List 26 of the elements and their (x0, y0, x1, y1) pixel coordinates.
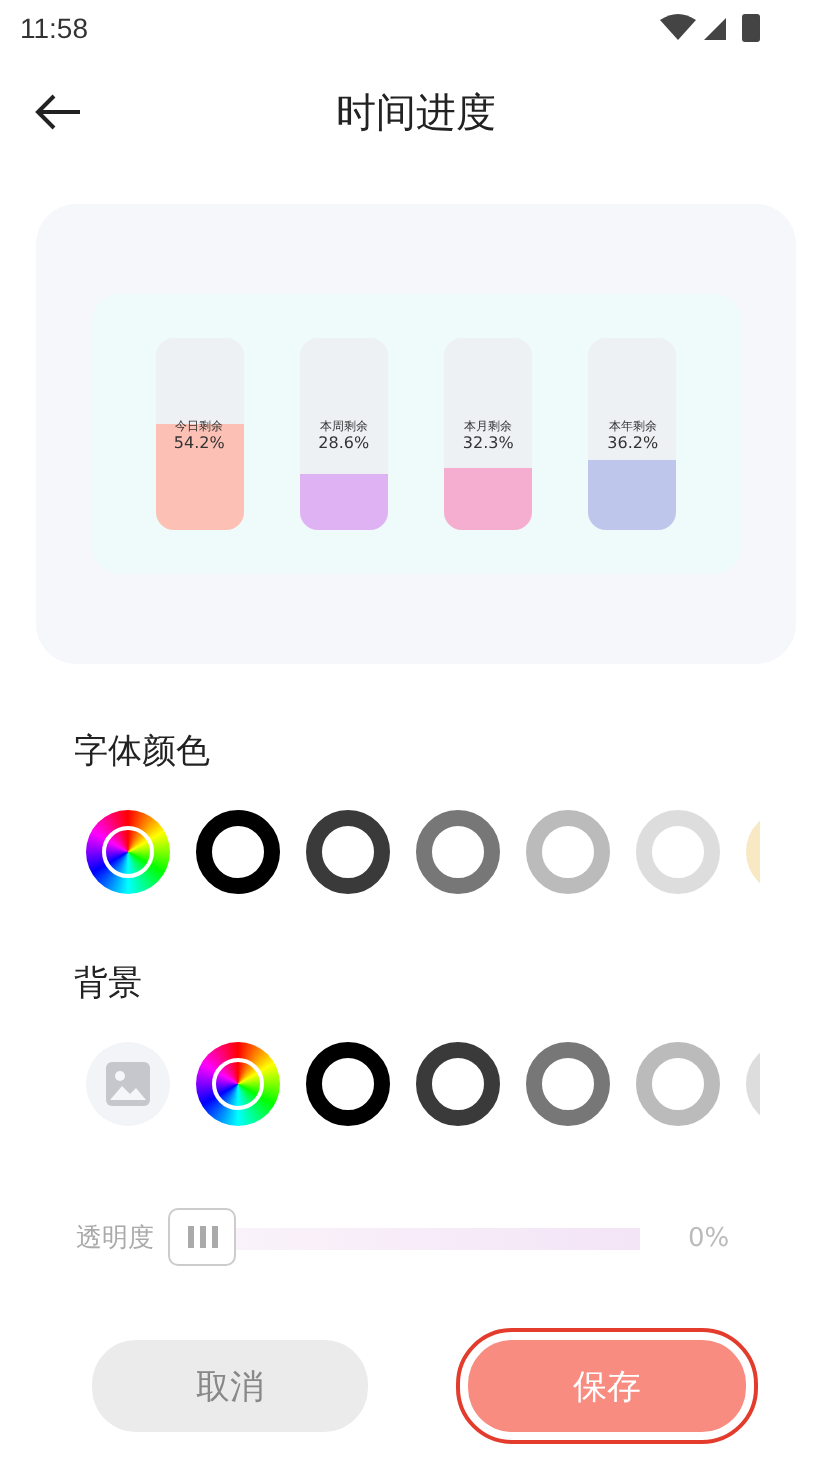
bar-value: 28.6% (318, 435, 370, 453)
image-swatch[interactable] (86, 1042, 170, 1126)
color-swatch[interactable] (416, 1042, 500, 1126)
image-icon (106, 1062, 150, 1106)
status-time: 11:58 (20, 12, 88, 44)
opacity-label: 透明度 (76, 1222, 156, 1256)
bar-value: 36.2% (607, 435, 659, 453)
bar-value: 32.3% (462, 435, 514, 453)
section-label: 背景 (74, 962, 144, 1008)
color-swatch[interactable] (636, 1042, 720, 1126)
color-wheel-swatch[interactable] (196, 1042, 280, 1126)
color-swatch[interactable] (306, 1042, 390, 1126)
color-wheel-swatch[interactable] (86, 810, 170, 894)
color-swatch[interactable] (306, 810, 390, 894)
bar-value: 54.2% (173, 435, 225, 453)
color-swatch[interactable] (526, 810, 610, 894)
opacity-value: 0% (688, 1223, 730, 1253)
section-label: 字体颜色 (74, 730, 212, 776)
color-swatch[interactable] (196, 810, 280, 894)
status-icons (660, 12, 764, 44)
save-button[interactable]: 保存 (468, 1340, 746, 1432)
page-title: 时间进度 (336, 85, 496, 139)
color-swatch[interactable] (526, 1042, 610, 1126)
back-arrow-icon[interactable] (34, 94, 82, 130)
color-swatch[interactable] (416, 810, 500, 894)
cancel-button[interactable]: 取消 (92, 1340, 368, 1432)
